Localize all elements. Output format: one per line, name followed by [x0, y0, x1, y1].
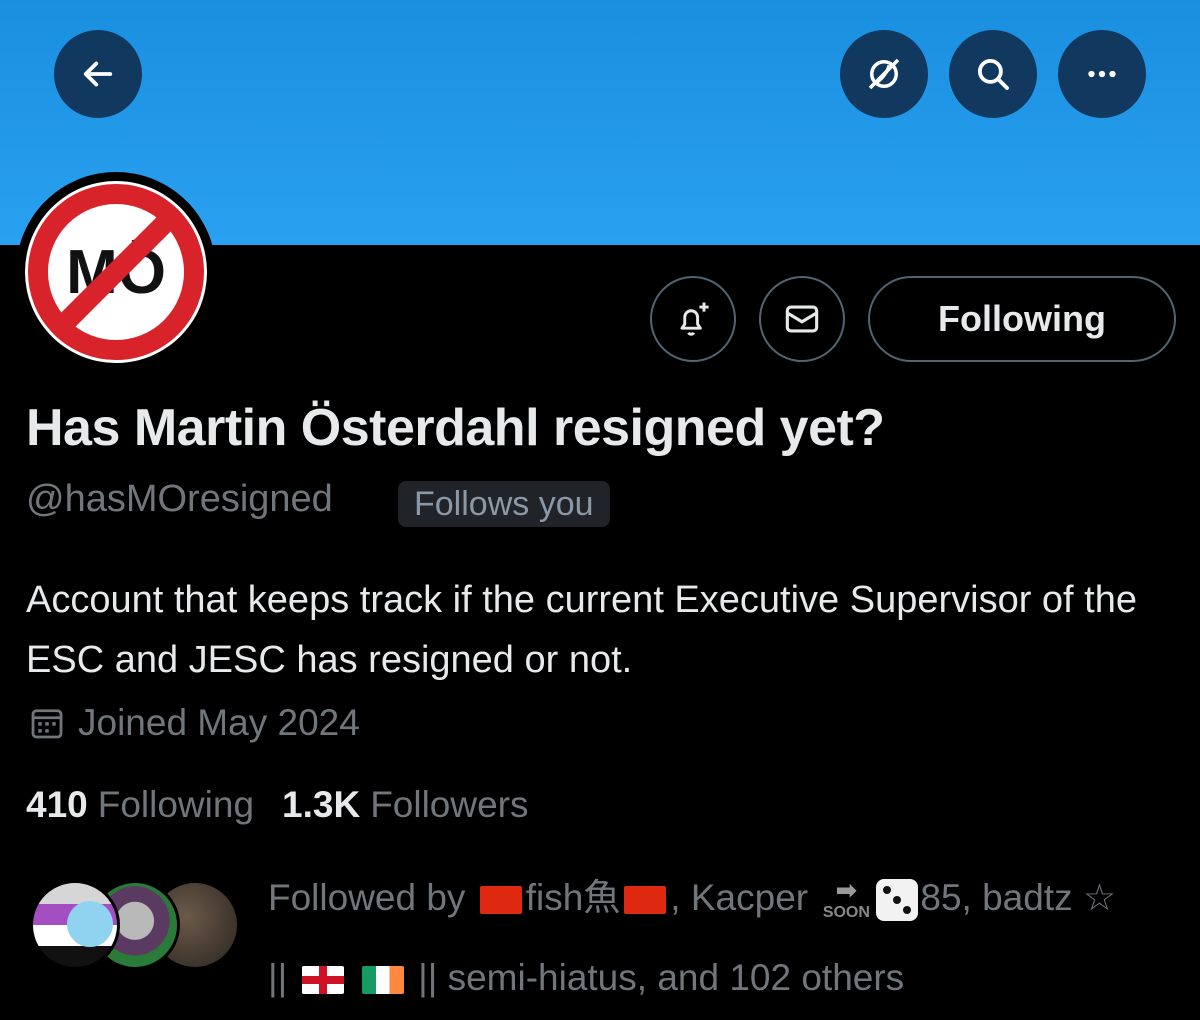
- envelope-icon: [785, 305, 819, 333]
- follower-name-3-part3: || semi-hiatus: [418, 957, 637, 998]
- follower-avatar-1[interactable]: [30, 880, 120, 970]
- followed-by-suffix: , and 102 others: [636, 957, 905, 998]
- followed-by-prefix: Followed by: [268, 877, 466, 918]
- follower-name-3-part1: badtz ☆: [982, 877, 1117, 918]
- following-count: 410: [26, 784, 88, 825]
- joined-date: Joined May 2024: [26, 702, 360, 744]
- follower-name-2-part2: 85: [920, 877, 962, 918]
- joined-text: Joined May 2024: [78, 702, 360, 743]
- profile-stats: 410 Following 1.3K Followers: [26, 784, 557, 826]
- following-label: Following: [97, 784, 255, 825]
- search-button[interactable]: [949, 30, 1037, 118]
- hong-kong-flag-icon: [624, 886, 667, 915]
- handle: @hasMOresigned: [26, 478, 333, 520]
- soon-arrow-icon: ➡ SOON: [822, 874, 870, 921]
- followers-count: 1.3K: [282, 784, 361, 825]
- avatar[interactable]: MÖ: [16, 172, 216, 372]
- follower-name-1: fish魚: [525, 877, 621, 918]
- game-die-icon: [876, 879, 919, 922]
- followers-label: Followers: [370, 784, 529, 825]
- followers-count-link[interactable]: 1.3K Followers: [282, 784, 528, 826]
- search-icon: [977, 58, 1009, 90]
- more-horizontal-icon: [1088, 70, 1116, 78]
- follows-you-badge: Follows you: [398, 481, 610, 527]
- separator-comma: ,: [961, 877, 972, 918]
- globe-slash-icon: [868, 58, 900, 90]
- following-count-link[interactable]: 410 Following: [26, 784, 254, 826]
- bell-plus-icon: [680, 302, 709, 336]
- separator-comma: ,: [670, 877, 681, 918]
- england-flag-icon: [301, 966, 344, 995]
- ireland-flag-icon: [361, 966, 404, 995]
- more-button[interactable]: [1058, 30, 1146, 118]
- translate-button[interactable]: [840, 30, 928, 118]
- follower-name-3-part2: ||: [268, 957, 288, 998]
- notify-button[interactable]: [650, 276, 736, 362]
- avatar-image: MÖ: [28, 184, 204, 360]
- arrow-left-icon: [83, 61, 113, 87]
- calendar-icon: [31, 709, 63, 739]
- follower-name-2-part1: Kacper: [690, 877, 809, 918]
- back-button[interactable]: [54, 30, 142, 118]
- display-name: Has Martin Österdahl resigned yet?: [26, 399, 885, 457]
- bio: Account that keeps track if the current …: [26, 579, 1137, 681]
- message-button[interactable]: [759, 276, 845, 362]
- following-button[interactable]: Following: [868, 276, 1176, 362]
- hong-kong-flag-icon: [479, 886, 522, 915]
- followed-by-text[interactable]: Followed by fish魚, Kacper ➡SOON 85, badtz…: [268, 858, 1188, 1018]
